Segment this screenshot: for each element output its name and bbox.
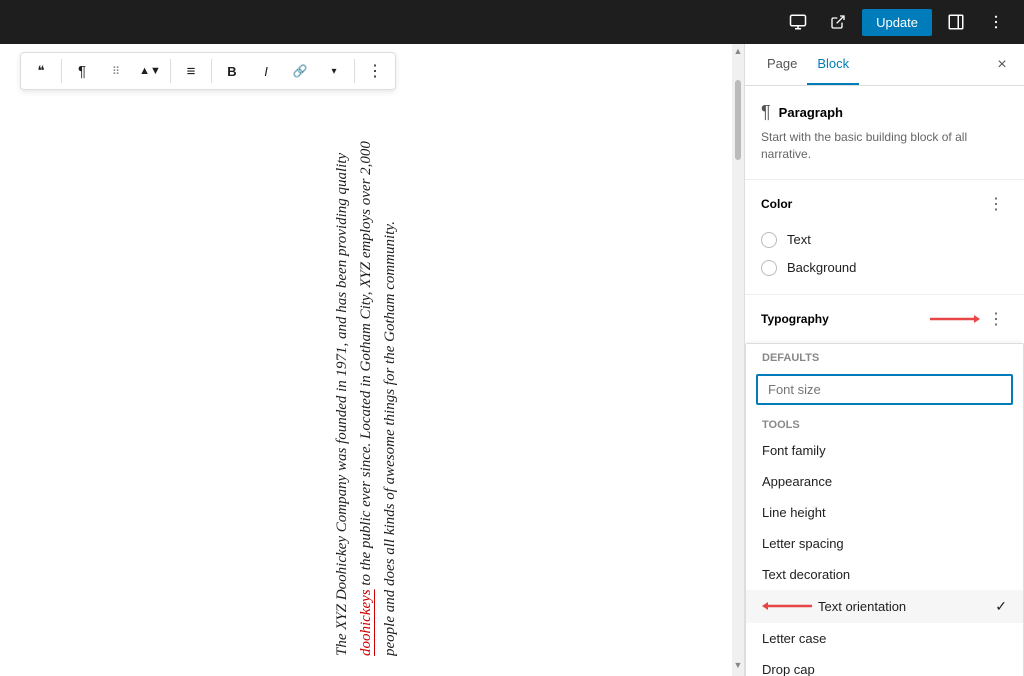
paragraph-button[interactable]: ¶ bbox=[66, 55, 98, 87]
block-toolbar: ❝ ¶ ⠿ ▲▼ ≡ B I 🔗 ▾ ⋮ bbox=[20, 52, 396, 90]
paragraph-title: Paragraph bbox=[779, 105, 843, 120]
link-button[interactable]: 🔗 bbox=[284, 55, 316, 87]
move-up-down-button[interactable]: ▲▼ bbox=[134, 55, 166, 87]
close-sidebar-button[interactable]: × bbox=[988, 51, 1016, 79]
tab-block[interactable]: Block bbox=[807, 44, 859, 85]
main-area: ❝ ¶ ⠿ ▲▼ ≡ B I 🔗 ▾ ⋮ The XYZ Doohickey C… bbox=[0, 44, 1024, 676]
typography-title: Typography bbox=[761, 312, 829, 326]
editor-area: ❝ ¶ ⠿ ▲▼ ≡ B I 🔗 ▾ ⋮ The XYZ Doohickey C… bbox=[0, 44, 732, 676]
link-doohickeys[interactable]: doohickeys bbox=[358, 589, 374, 656]
typography-section: Typography ⋮ DEFAULTS TOOLS bbox=[745, 295, 1024, 676]
editor-content[interactable]: The XYZ Doohickey Company was founded in… bbox=[0, 44, 732, 676]
scroll-track[interactable]: ▲ ▼ bbox=[732, 44, 744, 676]
paragraph-block[interactable]: The XYZ Doohickey Company was founded in… bbox=[330, 104, 402, 656]
italic-button[interactable]: I bbox=[250, 55, 282, 87]
typography-menu-icon[interactable]: ⋮ bbox=[984, 307, 1008, 331]
color-background-label: Background bbox=[787, 260, 856, 275]
typography-arrow-right bbox=[930, 311, 980, 327]
separator-3 bbox=[211, 59, 212, 83]
scroll-thumb[interactable] bbox=[735, 80, 741, 160]
sidebar: Page Block × ¶ Paragraph Start with the … bbox=[744, 44, 1024, 676]
font-size-input[interactable] bbox=[756, 374, 1013, 405]
line-height-item[interactable]: Line height bbox=[746, 497, 1023, 528]
letter-spacing-item[interactable]: Letter spacing bbox=[746, 528, 1023, 559]
typography-header: Typography ⋮ bbox=[745, 295, 1024, 343]
more-options-icon[interactable] bbox=[980, 6, 1012, 38]
text-orientation-arrow-left bbox=[762, 598, 812, 614]
sidebar-toggle-icon[interactable] bbox=[940, 6, 972, 38]
more-button[interactable]: ⋮ bbox=[359, 55, 391, 87]
text-orientation-item[interactable]: Text orientation ✓ bbox=[746, 590, 1023, 623]
text-orientation-check: ✓ bbox=[995, 598, 1007, 615]
separator-4 bbox=[354, 59, 355, 83]
update-button[interactable]: Update bbox=[862, 9, 932, 36]
appearance-item[interactable]: Appearance bbox=[746, 466, 1023, 497]
bold-button[interactable]: B bbox=[216, 55, 248, 87]
font-size-row bbox=[746, 368, 1023, 411]
defaults-label: DEFAULTS bbox=[746, 344, 1023, 368]
external-link-icon[interactable] bbox=[822, 6, 854, 38]
color-section-header: Color ⋮ bbox=[761, 192, 1008, 216]
list-button[interactable]: ≡ bbox=[175, 55, 207, 87]
font-family-item[interactable]: Font family bbox=[746, 435, 1023, 466]
color-text-label: Text bbox=[787, 232, 811, 247]
quote-button[interactable]: ❝ bbox=[25, 55, 57, 87]
sidebar-tabs: Page Block × bbox=[745, 44, 1024, 86]
color-section: Color ⋮ Text Background bbox=[745, 180, 1024, 295]
color-background-radio[interactable] bbox=[761, 260, 777, 276]
paragraph-description: Start with the basic building block of a… bbox=[761, 129, 1008, 163]
top-bar: Update bbox=[0, 0, 1024, 44]
chevron-down-button[interactable]: ▾ bbox=[318, 55, 350, 87]
color-menu-icon[interactable]: ⋮ bbox=[984, 192, 1008, 216]
separator-2 bbox=[170, 59, 171, 83]
text-decoration-item[interactable]: Text decoration bbox=[746, 559, 1023, 590]
typography-dropdown: DEFAULTS TOOLS Font family Appearance Li… bbox=[745, 343, 1024, 676]
color-text-radio[interactable] bbox=[761, 232, 777, 248]
color-text-option[interactable]: Text bbox=[761, 226, 1008, 254]
paragraph-section: ¶ Paragraph Start with the basic buildin… bbox=[745, 86, 1024, 180]
drop-cap-item[interactable]: Drop cap bbox=[746, 654, 1023, 676]
paragraph-icon: ¶ bbox=[761, 102, 771, 123]
tools-label: TOOLS bbox=[746, 411, 1023, 435]
tab-page[interactable]: Page bbox=[757, 44, 807, 85]
drag-handle[interactable]: ⠿ bbox=[100, 55, 132, 87]
separator-1 bbox=[61, 59, 62, 83]
letter-case-item[interactable]: Letter case bbox=[746, 623, 1023, 654]
color-title: Color bbox=[761, 197, 792, 211]
monitor-icon[interactable] bbox=[782, 6, 814, 38]
color-background-option[interactable]: Background bbox=[761, 254, 1008, 282]
paragraph-header: ¶ Paragraph bbox=[761, 102, 1008, 123]
